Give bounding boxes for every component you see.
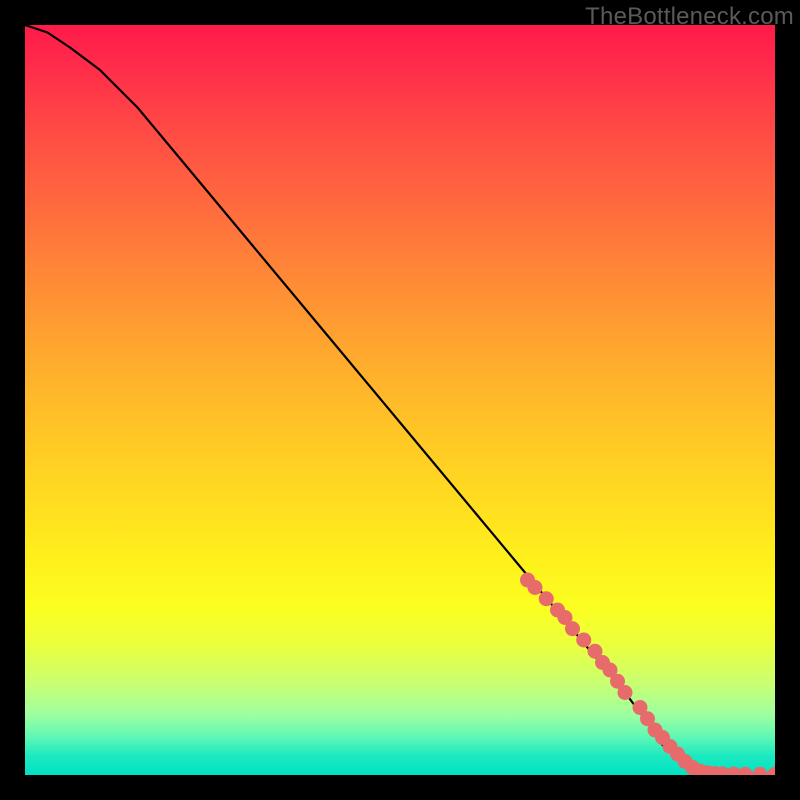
highlight-point — [640, 711, 655, 726]
highlight-point — [520, 573, 535, 588]
highlight-point — [663, 739, 678, 754]
chart-svg — [25, 25, 775, 775]
highlight-point — [648, 723, 663, 738]
highlight-point — [738, 767, 753, 775]
highlight-point — [633, 700, 648, 715]
highlight-point — [618, 685, 633, 700]
chart-stage: TheBottleneck.com — [0, 0, 800, 800]
highlight-point — [588, 644, 603, 659]
highlight-point — [715, 766, 730, 775]
highlight-point — [708, 766, 723, 775]
highlight-point — [726, 767, 741, 775]
highlight-point — [558, 610, 573, 625]
highlight-point — [539, 591, 554, 606]
highlight-point — [576, 633, 591, 648]
highlight-point — [685, 760, 700, 775]
highlight-point — [550, 603, 565, 618]
highlight-point — [753, 767, 768, 775]
highlight-point — [595, 655, 610, 670]
highlight-point — [670, 747, 685, 762]
highlight-point — [700, 765, 715, 775]
highlight-point — [655, 730, 670, 745]
highlight-point — [693, 764, 708, 775]
highlight-point — [528, 580, 543, 595]
plot-area — [25, 25, 775, 775]
highlight-point — [565, 621, 580, 636]
curve-path — [25, 25, 775, 775]
watermark-label: TheBottleneck.com — [585, 3, 794, 31]
highlight-point — [610, 674, 625, 689]
highlight-point — [768, 767, 776, 775]
highlight-point — [603, 663, 618, 678]
highlight-point — [678, 754, 693, 769]
